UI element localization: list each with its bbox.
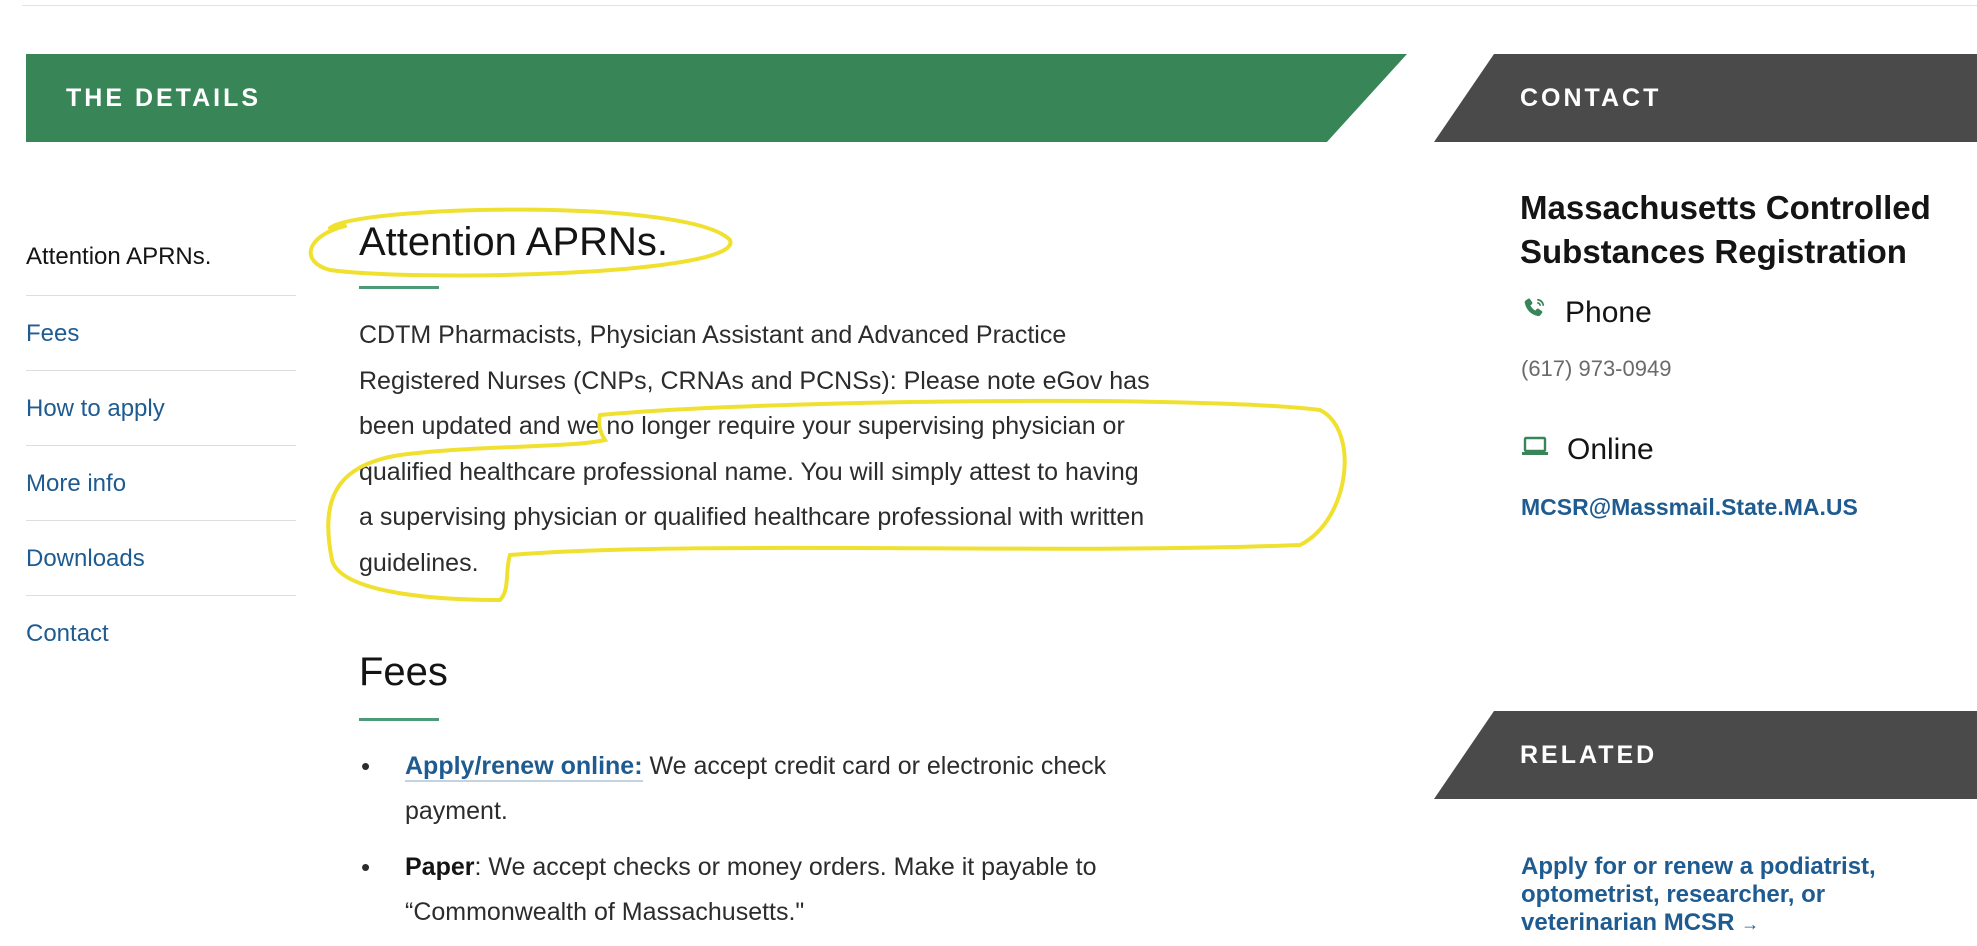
related-banner-title: RELATED [1520, 741, 1658, 769]
sidebar-item-more-info[interactable]: More info [26, 446, 296, 521]
phone-label: Phone [1565, 296, 1652, 329]
contact-banner: CONTACT [1434, 54, 1977, 142]
laptop-icon [1521, 433, 1549, 467]
arrow-right-icon: → [1741, 914, 1760, 934]
online-label: Online [1567, 433, 1654, 466]
sidebar-item-how-to-apply[interactable]: How to apply [26, 371, 296, 446]
phone-icon [1521, 296, 1547, 330]
sidebar-item-fees[interactable]: Fees [26, 296, 296, 371]
phone-row: Phone [1521, 296, 1652, 330]
heading-accent-rule [359, 286, 439, 289]
contact-org-name: Massachusetts Controlled Substances Regi… [1520, 189, 1931, 270]
details-banner: THE DETAILS [26, 54, 1407, 142]
paragraph-line: qualified healthcare professional name. … [359, 457, 1139, 486]
sidebar-item-attention-aprns[interactable]: Attention APRNs. [26, 218, 296, 296]
sidebar-item-contact[interactable]: Contact [26, 596, 296, 671]
list-item: • Apply/renew online: We accept credit c… [359, 744, 1309, 834]
page-sidebar-nav: Attention APRNs. Fees How to apply More … [26, 218, 296, 671]
related-link-mcsr[interactable]: Apply for or renew a podiatrist, optomet… [1521, 853, 1941, 938]
section-heading-attention-aprns: Attention APRNs. [359, 220, 669, 264]
related-link-text: Apply for or renew a podiatrist, optomet… [1521, 853, 1876, 936]
apply-renew-online-link[interactable]: Apply/renew online: [405, 752, 643, 782]
paper-label: Paper [405, 853, 475, 881]
contact-banner-title: CONTACT [1520, 84, 1662, 112]
bullet: • [361, 751, 371, 781]
section-heading-fees: Fees [359, 650, 448, 694]
paragraph-line: been updated and we no longer require yo… [359, 412, 1125, 440]
fees-online-text: We accept credit card or electronic chec… [642, 752, 1107, 780]
paragraph-line: Registered Nurses (CNPs, CRNAs and PCNSs… [359, 366, 1150, 395]
top-divider [22, 5, 1977, 6]
bullet: • [361, 852, 371, 882]
fees-paper-text-2: “Commonwealth of Massachusetts." [405, 898, 805, 926]
phone-value[interactable]: (617) 973-0949 [1521, 356, 1671, 382]
paragraph-line: a supervising physician or qualified hea… [359, 503, 1145, 531]
heading-accent-rule [359, 718, 439, 721]
online-row: Online [1521, 433, 1654, 467]
related-banner: RELATED [1434, 711, 1977, 799]
fees-list: • Apply/renew online: We accept credit c… [359, 744, 1309, 946]
attention-paragraph: CDTM Pharmacists, Physician Assistant an… [359, 313, 1359, 586]
paragraph-line: guidelines. [359, 548, 479, 577]
email-link[interactable]: MCSR@Massmail.State.MA.US [1521, 487, 1881, 527]
sidebar-item-downloads[interactable]: Downloads [26, 521, 296, 596]
list-item: • Paper: We accept checks or money order… [359, 845, 1309, 935]
fees-online-text-2: payment. [405, 797, 508, 825]
details-banner-title: THE DETAILS [66, 84, 262, 112]
fees-paper-text: : We accept checks or money orders. Make… [474, 853, 1097, 881]
paragraph-line: CDTM Pharmacists, Physician Assistant an… [359, 321, 1067, 349]
